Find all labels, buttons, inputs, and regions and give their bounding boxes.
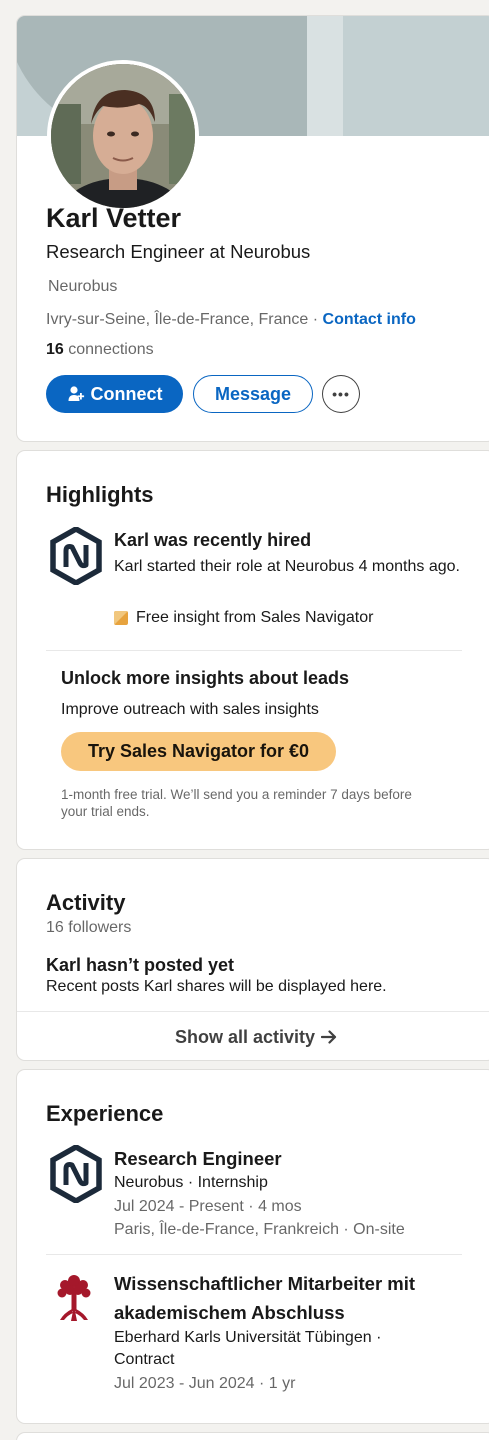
location-text: Ivry-sur-Seine, Île-de-France, France (46, 311, 309, 328)
location-row: Ivry-sur-Seine, Île-de-France, France · … (46, 311, 416, 329)
connections-number: 16 (46, 341, 64, 358)
avatar[interactable] (47, 60, 199, 212)
avatar-photo (51, 64, 195, 208)
unlock-insights-title: Unlock more insights about leads (61, 668, 350, 688)
experience-item-dates: Jul 2024 - Present · 4 mos (114, 1198, 302, 1215)
sales-navigator-insight: Free insight from Sales Navigator (114, 609, 373, 627)
current-company[interactable]: Neurobus (48, 278, 117, 296)
profile-top-card: Karl Vetter Research Engineer at Neurobu… (16, 15, 489, 442)
highlight-description: Karl started their role at Neurobus 4 mo… (114, 558, 460, 575)
next-section-card (16, 1432, 489, 1440)
experience-card: Experience Research Engineer Neurobus · … (16, 1069, 489, 1424)
profile-headline: Research Engineer at Neurobus (46, 241, 311, 262)
experience-item-title[interactable]: Research Engineer (114, 1144, 474, 1173)
experience-title: Experience (46, 1101, 164, 1126)
neurobus-logo-icon[interactable] (50, 1145, 102, 1203)
show-all-activity-button[interactable]: Show all activity (17, 1012, 489, 1060)
connections-label: connections (63, 341, 154, 358)
highlights-card: Highlights Karl was recently hired Karl … (16, 450, 489, 850)
separator: · (308, 311, 323, 328)
experience-item-title[interactable]: Wissenschaftlicher Mitarbeiter mit akade… (114, 1269, 444, 1327)
ellipsis-icon: ••• (332, 386, 350, 402)
experience-item-dates: Jul 2023 - Jun 2024 · 1 yr (114, 1375, 296, 1392)
experience-item-company: Eberhard Karls Universität Tübingen · Co… (114, 1329, 382, 1368)
connect-label: Connect (90, 383, 163, 404)
highlights-title: Highlights (46, 482, 154, 507)
activity-title: Activity (46, 890, 126, 915)
tuebingen-tree-logo-icon[interactable] (56, 1273, 92, 1323)
message-button[interactable]: Message (193, 375, 313, 413)
activity-card: Activity 16 followers Karl hasn’t posted… (16, 858, 489, 1061)
trial-note: 1-month free trial. We’ll send you a rem… (61, 787, 412, 819)
experience-item-location: Paris, Île-de-France, Frankreich · On-si… (114, 1221, 405, 1238)
no-posts-description: Recent posts Karl shares will be display… (46, 978, 387, 995)
arrow-right-icon (321, 1030, 337, 1044)
followers-count: 16 followers (46, 919, 132, 936)
contact-info-link[interactable]: Contact info (323, 311, 416, 328)
insight-label: Free insight from Sales Navigator (136, 609, 374, 626)
highlight-title: Karl was recently hired (114, 530, 312, 550)
neurobus-logo-icon[interactable] (50, 527, 102, 585)
try-sales-navigator-button[interactable]: Try Sales Navigator for €0 (61, 732, 336, 771)
connections-count[interactable]: 16 connections (46, 341, 154, 359)
more-options-button[interactable]: ••• (322, 375, 360, 413)
no-posts-title: Karl hasn’t posted yet (46, 955, 235, 975)
connect-button[interactable]: Connect (46, 375, 183, 413)
sales-navigator-icon (114, 611, 128, 625)
unlock-insights-subtitle: Improve outreach with sales insights (61, 701, 319, 718)
divider (46, 1254, 462, 1255)
show-all-label: Show all activity (174, 1026, 316, 1047)
profile-name: Karl Vetter (46, 203, 182, 233)
divider (46, 650, 462, 651)
add-person-icon (68, 386, 84, 401)
experience-item-company: Neurobus · Internship (114, 1174, 268, 1191)
